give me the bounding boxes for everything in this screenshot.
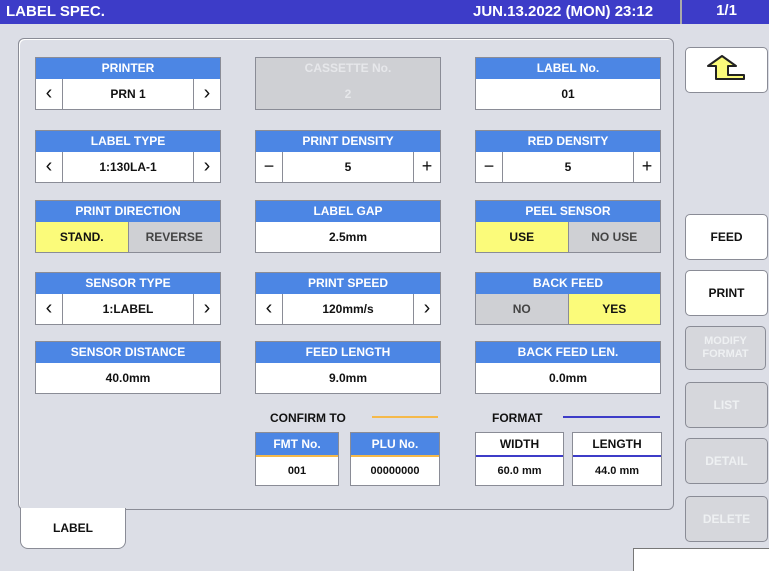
back-feed-label: BACK FEED: [476, 273, 660, 294]
print-density-minus-button[interactable]: −: [256, 152, 283, 182]
width-field: WIDTH 60.0 mm: [475, 432, 564, 486]
print-density-field: PRINT DENSITY − 5 +: [255, 130, 441, 183]
print-direction-field: PRINT DIRECTION STAND. REVERSE: [35, 200, 221, 253]
label-no-label: LABEL No.: [476, 58, 660, 79]
back-feed-len-field[interactable]: BACK FEED LEN. 0.0mm: [475, 341, 661, 394]
sensor-type-next-button[interactable]: ›: [193, 294, 220, 324]
label-gap-field[interactable]: LABEL GAP 2.5mm: [255, 200, 441, 253]
peel-sensor-field: PEEL SENSOR USE NO USE: [475, 200, 661, 253]
plu-no-value: 00000000: [370, 465, 420, 477]
datetime: JUN.13.2022 (MON) 23:12: [473, 3, 654, 20]
printer-value: PRN 1: [110, 87, 146, 101]
print-speed-label: PRINT SPEED: [256, 273, 440, 294]
printer-next-button[interactable]: ›: [193, 79, 220, 109]
sensor-type-value: 1:LABEL: [102, 302, 154, 316]
length-field: LENGTH 44.0 mm: [572, 432, 662, 486]
tab-label[interactable]: LABEL: [20, 508, 126, 549]
print-density-plus-button[interactable]: +: [413, 152, 440, 182]
peel-sensor-use-button[interactable]: USE: [476, 222, 569, 252]
fmt-no-label: FMT No.: [256, 433, 338, 457]
page-indicator: 1/1: [680, 0, 769, 24]
confirm-line: [372, 416, 438, 418]
label-no-field[interactable]: LABEL No. 01: [475, 57, 661, 110]
printer-field: PRINTER ‹ PRN 1 ›: [35, 57, 221, 110]
label-type-next-button[interactable]: ›: [193, 152, 220, 182]
print-direction-label: PRINT DIRECTION: [36, 201, 220, 222]
feed-length-field[interactable]: FEED LENGTH 9.0mm: [255, 341, 441, 394]
peel-sensor-label: PEEL SENSOR: [476, 201, 660, 222]
print-button[interactable]: PRINT: [685, 270, 768, 316]
print-speed-next-button[interactable]: ›: [413, 294, 440, 324]
modify-format-button[interactable]: MODIFY FORMAT: [685, 326, 766, 370]
print-speed-field: PRINT SPEED ‹ 120mm/s ›: [255, 272, 441, 325]
plu-no-label: PLU No.: [351, 433, 439, 457]
fmt-no-value: 001: [287, 465, 307, 477]
print-speed-value: 120mm/s: [322, 302, 374, 316]
peel-sensor-no-use-button[interactable]: NO USE: [568, 222, 660, 252]
back-feed-field: BACK FEED NO YES: [475, 272, 661, 325]
label-gap-value[interactable]: 2.5mm: [256, 222, 440, 252]
cassette-label: CASSETTE No.: [256, 58, 440, 79]
feed-length-label: FEED LENGTH: [256, 342, 440, 363]
return-arrow-icon: [707, 55, 745, 80]
title-bar: LABEL SPEC. JUN.13.2022 (MON) 23:12 1/1: [0, 0, 769, 24]
red-density-field: RED DENSITY − 5 +: [475, 130, 661, 183]
printer-prev-button[interactable]: ‹: [36, 79, 63, 109]
print-speed-prev-button[interactable]: ‹: [256, 294, 283, 324]
width-value: 60.0 mm: [497, 465, 542, 477]
feed-length-value[interactable]: 9.0mm: [256, 363, 440, 393]
sensor-distance-label: SENSOR DISTANCE: [36, 342, 220, 363]
red-density-minus-button[interactable]: −: [476, 152, 503, 182]
sensor-type-prev-button[interactable]: ‹: [36, 294, 63, 324]
plu-no-field: PLU No. 00000000: [350, 432, 440, 486]
back-feed-len-value[interactable]: 0.0mm: [476, 363, 660, 393]
length-label: LENGTH: [573, 433, 661, 457]
format-line: [563, 416, 660, 418]
delete-button[interactable]: DELETE: [685, 496, 768, 542]
print-direction-reverse-button[interactable]: REVERSE: [128, 222, 220, 252]
cassette-field: CASSETTE No. 2: [255, 57, 441, 110]
back-feed-yes-button[interactable]: YES: [568, 294, 660, 324]
printer-label: PRINTER: [36, 58, 220, 79]
red-density-plus-button[interactable]: +: [633, 152, 660, 182]
print-direction-stand-button[interactable]: STAND.: [36, 222, 129, 252]
feed-button[interactable]: FEED: [685, 214, 768, 260]
sensor-distance-value[interactable]: 40.0mm: [36, 363, 220, 393]
list-button[interactable]: LIST: [685, 382, 768, 428]
print-density-label: PRINT DENSITY: [256, 131, 440, 152]
sensor-distance-field[interactable]: SENSOR DISTANCE 40.0mm: [35, 341, 221, 394]
print-density-value: 5: [344, 160, 352, 174]
back-feed-len-label: BACK FEED LEN.: [476, 342, 660, 363]
width-label: WIDTH: [476, 433, 563, 457]
length-value: 44.0 mm: [594, 465, 640, 477]
label-gap-label: LABEL GAP: [256, 201, 440, 222]
red-density-label: RED DENSITY: [476, 131, 660, 152]
message-area: [633, 548, 769, 571]
label-type-field: LABEL TYPE ‹ 1:130LA-1 ›: [35, 130, 221, 183]
screen-title: LABEL SPEC.: [6, 3, 105, 20]
fmt-no-field: FMT No. 001: [255, 432, 339, 486]
sensor-type-field: SENSOR TYPE ‹ 1:LABEL ›: [35, 272, 221, 325]
confirm-to-label: CONFIRM TO: [270, 411, 346, 425]
back-feed-no-button[interactable]: NO: [476, 294, 569, 324]
sensor-type-label: SENSOR TYPE: [36, 273, 220, 294]
label-type-label: LABEL TYPE: [36, 131, 220, 152]
label-no-value[interactable]: 01: [476, 79, 660, 109]
detail-button[interactable]: DETAIL: [685, 438, 768, 484]
cassette-value: 2: [256, 79, 440, 109]
format-label: FORMAT: [492, 411, 543, 425]
label-type-prev-button[interactable]: ‹: [36, 152, 63, 182]
red-density-value: 5: [564, 160, 572, 174]
label-type-value: 1:130LA-1: [99, 160, 157, 174]
return-button[interactable]: [685, 47, 768, 93]
